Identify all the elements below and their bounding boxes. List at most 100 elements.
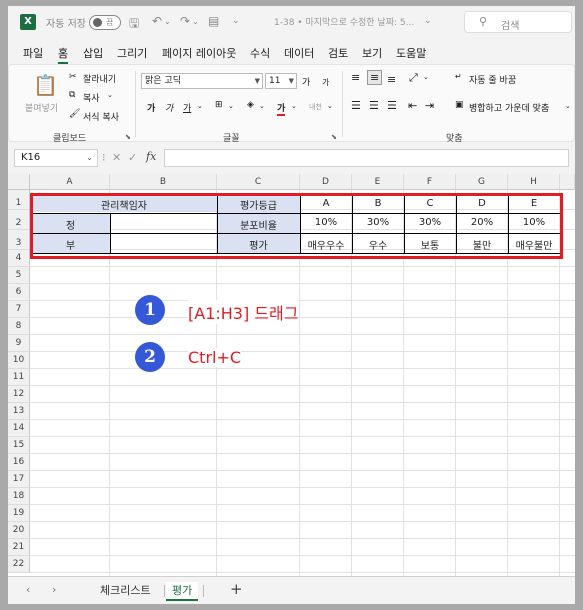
cut-button[interactable]: 잘라내기 [83,72,116,85]
align-left-icon[interactable]: ☰ [351,99,361,112]
row-header-17[interactable]: 17 [8,471,30,488]
font-size-select[interactable]: 11 ▼ [265,73,297,89]
row-header-5[interactable]: 5 [8,267,30,284]
insert-function-button[interactable]: fx [146,150,156,163]
font-color-button[interactable]: 가 [277,101,286,116]
fill-color-icon[interactable]: ◈ [247,100,254,110]
decrease-indent-icon[interactable]: ⇤ [408,99,417,112]
add-sheet-icon[interactable]: + [230,580,243,598]
fill-dropdown-icon[interactable]: ⌄ [259,102,265,110]
clipboard-launcher-icon[interactable]: ⬊ [125,133,131,141]
cut-icon[interactable]: ✂ [69,72,77,82]
row-header-6[interactable]: 6 [8,284,30,301]
increase-indent-icon[interactable]: ⇥ [425,99,434,112]
phonetic-dropdown-icon[interactable]: ⌄ [327,102,333,110]
row-header-9[interactable]: 9 [8,335,30,352]
align-center-icon[interactable]: ☰ [369,99,379,112]
copy-icon[interactable]: ⧉ [69,90,75,100]
align-bottom-icon[interactable]: ≡ [387,73,396,86]
sheet-tab-checklist[interactable]: 체크리스트 [100,582,151,598]
column-header-b[interactable]: B [110,174,217,190]
underline-button[interactable]: 가 [183,101,191,114]
italic-button[interactable]: 가 [165,101,173,114]
sheet-tab-evaluation[interactable]: 평가 [166,582,199,601]
copy-button[interactable]: 복사 [83,91,100,104]
row-header-21[interactable]: 21 [8,539,30,556]
bold-button[interactable]: 가 [147,101,155,114]
title-dropdown-icon[interactable]: ⌄ [424,16,432,26]
grow-font-button[interactable]: 가 [302,75,310,88]
tab-draw[interactable]: 그리기 [117,45,147,61]
customize-qat-icon[interactable]: ⌄ [232,16,240,26]
column-header-g[interactable]: G [456,174,508,190]
column-header-d[interactable]: D [300,174,352,190]
align-middle-icon[interactable]: ≡ [367,70,383,85]
enter-icon[interactable]: ✓ [128,151,137,164]
row-header-4[interactable]: 4 [8,250,30,267]
tab-home[interactable]: 홈 [58,45,69,64]
select-all-corner[interactable] [8,174,30,190]
tab-insert[interactable]: 삽입 [83,45,103,61]
row-header-8[interactable]: 8 [8,318,30,335]
row-header-11[interactable]: 11 [8,369,30,386]
paste-button[interactable]: 붙여넣기 [25,101,58,114]
align-top-icon[interactable]: ≡ [351,71,360,84]
column-header-e[interactable]: E [352,174,404,190]
row-header-10[interactable]: 10 [8,352,30,369]
row-header-15[interactable]: 15 [8,437,30,454]
borders-dropdown-icon[interactable]: ⌄ [228,102,234,110]
column-header-f[interactable]: F [404,174,456,190]
underline-dropdown-icon[interactable]: ⌄ [197,102,203,110]
shrink-font-button[interactable]: 가 [322,77,329,88]
tab-page-layout[interactable]: 페이지 레이아웃 [162,45,236,61]
name-box[interactable]: K16 ⌄ [14,149,98,167]
merge-dropdown-icon[interactable]: ⌄ [565,102,571,110]
borders-icon[interactable]: ⊞ [215,100,223,110]
autosave-toggle[interactable]: 끔 [89,15,121,30]
save-icon[interactable]: 🖫 [129,14,139,35]
font-name-select[interactable]: 맑은 고딕 ▼ [141,73,263,89]
row-header-7[interactable]: 7 [8,301,30,318]
font-color-dropdown-icon[interactable]: ⌄ [291,102,297,110]
row-header-1[interactable]: 1 [8,190,30,210]
formula-input[interactable] [164,149,569,167]
prev-sheet-icon[interactable]: ‹ [26,583,30,596]
wrap-text-icon[interactable]: ↵ [455,72,462,81]
tab-help[interactable]: 도움말 [396,45,426,61]
tab-formulas[interactable]: 수식 [250,45,270,61]
row-header-13[interactable]: 13 [8,403,30,420]
format-painter-button[interactable]: 서식 복사 [83,110,119,123]
redo-icon[interactable]: ↷ [180,14,190,28]
worksheet-grid[interactable]: ABCDEFGH 1 2 3 4 5 6 7 8 9 10 11 12 13 14 15 16 17 18 19 20… [8,174,575,576]
merge-center-button[interactable]: 병합하고 가운데 맞춤 [469,101,549,114]
orientation-dropdown-icon[interactable]: ⌄ [423,73,429,81]
next-sheet-icon[interactable]: › [52,583,56,596]
tab-review[interactable]: 검토 [328,45,348,61]
column-header-a[interactable]: A [30,174,110,190]
copy-dropdown-icon[interactable]: ⌄ [107,91,113,99]
paste-icon[interactable]: 📋 [33,73,58,97]
row-header-14[interactable]: 14 [8,420,30,437]
tab-file[interactable]: 파일 [23,45,43,61]
search-box[interactable]: ⚲ 검색 [464,11,572,33]
merge-center-icon[interactable]: ▣ [455,100,464,110]
align-right-icon[interactable]: ☰ [387,99,397,112]
row-header-3[interactable]: 3 [8,230,30,250]
row-header-2[interactable]: 2 [8,210,30,230]
row-header-18[interactable]: 18 [8,488,30,505]
row-header-19[interactable]: 19 [8,505,30,522]
phonetic-button[interactable]: 내천 [309,102,322,112]
cancel-icon[interactable]: ✕ [112,151,121,164]
row-header-16[interactable]: 16 [8,454,30,471]
format-painter-icon[interactable]: 🖌 [69,109,80,119]
undo-icon[interactable]: ↶ [152,14,162,28]
row-header-20[interactable]: 20 [8,522,30,539]
quick-access-icon[interactable]: ▤ [208,14,219,28]
row-header-12[interactable]: 12 [8,386,30,403]
wrap-text-button[interactable]: 자동 줄 바꿈 [469,73,516,86]
tab-view[interactable]: 보기 [362,45,382,61]
orientation-icon[interactable]: ⤢ [409,71,418,85]
redo-dropdown-icon[interactable]: ⌄ [192,17,199,26]
column-header-h[interactable]: H [508,174,560,190]
font-launcher-icon[interactable]: ⬊ [331,133,337,141]
